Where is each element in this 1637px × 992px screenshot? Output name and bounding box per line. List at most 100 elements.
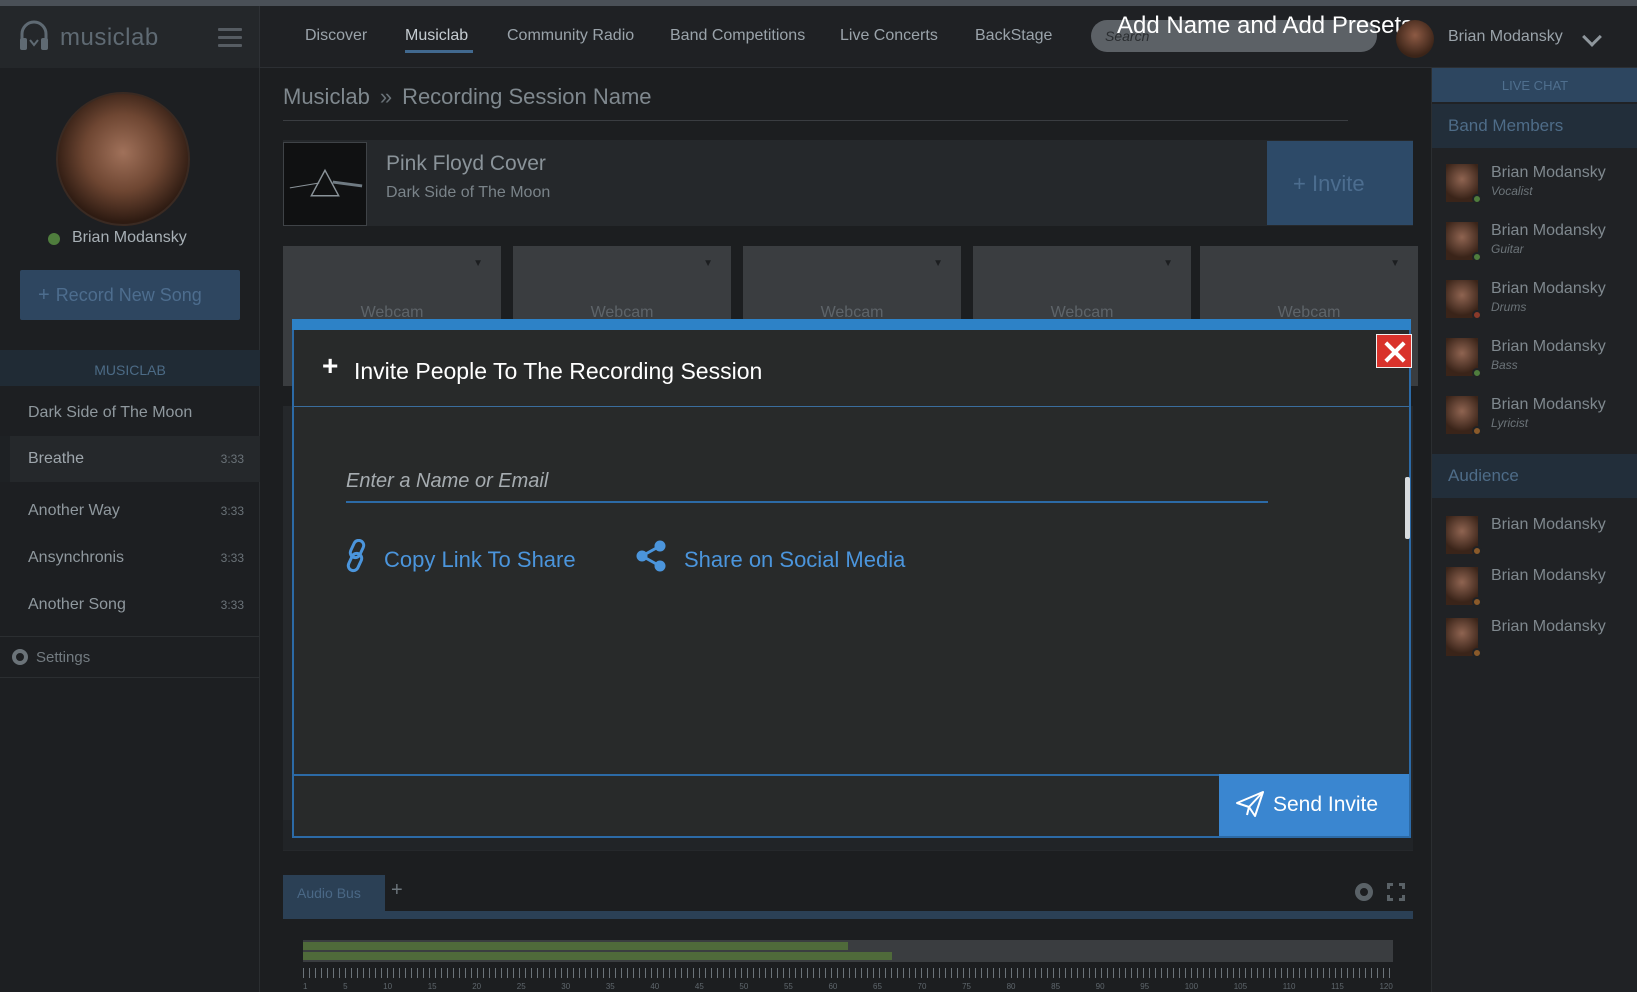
invite-button[interactable]: + Invite xyxy=(1267,141,1413,225)
song-card-title: Pink Floyd Cover xyxy=(386,152,546,175)
left-sidebar: Brian Modansky + Record New Song MUSICLAB… xyxy=(0,68,260,992)
nav-band-competitions[interactable]: Band Competitions xyxy=(670,27,805,45)
band-member-item[interactable]: Brian Modansky Guitar xyxy=(1446,218,1636,270)
nav-backstage[interactable]: BackStage xyxy=(975,27,1052,45)
ruler-number: 115 xyxy=(1331,982,1344,991)
member-name: Brian Modansky xyxy=(1491,567,1606,584)
status-dot xyxy=(1472,368,1482,378)
tab-audio-bus[interactable]: Audio Bus xyxy=(283,875,385,911)
band-member-item[interactable]: Brian Modansky Lyricist xyxy=(1446,392,1636,444)
overlay-caption: Add Name and Add Presets xyxy=(1117,12,1414,39)
top-user-name[interactable]: Brian Modansky xyxy=(1448,28,1563,46)
ruler-number: 75 xyxy=(962,982,971,991)
audience-member-item[interactable]: Brian Modansky xyxy=(1446,614,1636,666)
ruler-number: 70 xyxy=(917,982,927,991)
invite-modal: + Invite People To The Recording Session… xyxy=(292,319,1412,838)
song-item[interactable]: Breathe 3:33 xyxy=(0,436,260,482)
ruler-number: 25 xyxy=(516,982,526,991)
gear-icon[interactable] xyxy=(1355,883,1373,901)
band-member-item[interactable]: Brian Modansky Bass xyxy=(1446,334,1636,386)
status-dot xyxy=(1472,597,1482,607)
send-invite-label: Send Invite xyxy=(1273,793,1379,816)
meter-fill-left xyxy=(303,942,848,950)
member-role: Lyricist xyxy=(1491,416,1529,430)
audience-member-item[interactable]: Brian Modansky xyxy=(1446,563,1636,615)
member-name: Brian Modansky xyxy=(1491,164,1606,181)
divider xyxy=(283,120,1348,121)
live-chat-tab[interactable]: LIVE CHAT xyxy=(1432,68,1637,102)
ruler-number: 40 xyxy=(650,982,660,991)
status-dot xyxy=(1472,546,1482,556)
member-name: Brian Modansky xyxy=(1491,618,1606,635)
copy-link-label: Copy Link To Share xyxy=(384,547,576,572)
meter-fill-right xyxy=(303,952,892,960)
modal-scrollbar[interactable] xyxy=(1405,477,1410,539)
caret-down-icon[interactable]: ▼ xyxy=(1163,258,1173,269)
song-title: Ansynchronis xyxy=(28,549,125,566)
user-avatar[interactable] xyxy=(1396,20,1434,58)
song-item[interactable]: Another Way 3:33 xyxy=(0,488,260,534)
song-item[interactable]: Dark Side of The Moon xyxy=(0,390,260,436)
caret-down-icon[interactable]: ▼ xyxy=(703,258,713,269)
ruler-number: 110 xyxy=(1282,982,1296,991)
settings-label: Settings xyxy=(36,649,91,666)
member-role: Vocalist xyxy=(1491,184,1533,198)
ruler-numbers: 1 5 10 15 20 25 30 35 40 45 50 55 60 65 70 75 80 85 90 95 10… xyxy=(303,982,1393,991)
band-member-item[interactable]: Brian Modansky Drums xyxy=(1446,276,1636,328)
audience-member-item[interactable]: Brian Modansky xyxy=(1446,512,1636,564)
plus-icon: + xyxy=(322,350,339,381)
ruler-number: 20 xyxy=(472,982,482,991)
add-tab-icon[interactable]: + xyxy=(391,879,403,902)
modal-accent-bar xyxy=(292,319,1411,330)
expand-icon[interactable] xyxy=(1387,883,1405,901)
member-name: Brian Modansky xyxy=(1491,396,1606,413)
hamburger-menu-icon[interactable] xyxy=(218,28,242,48)
close-icon[interactable] xyxy=(1376,334,1412,368)
profile-avatar[interactable] xyxy=(56,92,190,226)
ruler-number: 5 xyxy=(343,982,348,991)
settings-link[interactable]: Settings xyxy=(0,636,260,678)
album-art-prism-icon xyxy=(283,142,367,226)
ruler-number: 120 xyxy=(1379,982,1393,991)
breadcrumb: Musiclab » Recording Session Name xyxy=(283,84,652,110)
breadcrumb-root[interactable]: Musiclab xyxy=(283,84,370,109)
band-member-item[interactable]: Brian Modansky Vocalist xyxy=(1446,160,1636,212)
nav-discover[interactable]: Discover xyxy=(305,27,367,45)
plus-icon: + xyxy=(1293,171,1312,196)
nav-musiclab[interactable]: Musiclab xyxy=(405,27,468,45)
member-name: Brian Modansky xyxy=(1491,222,1606,239)
name-or-email-input[interactable] xyxy=(346,461,1268,503)
status-dot xyxy=(1472,426,1482,436)
send-invite-button[interactable]: Send Invite xyxy=(1219,774,1409,836)
caret-down-icon[interactable]: ▼ xyxy=(933,258,943,269)
nav-active-underline xyxy=(405,50,473,53)
song-title: Another Song xyxy=(28,596,126,613)
online-status-dot xyxy=(48,233,60,245)
profile-name: Brian Modansky xyxy=(72,229,187,246)
song-item[interactable]: Another Song 3:33 xyxy=(0,582,260,628)
song-card: Pink Floyd Cover Dark Side of The Moon xyxy=(283,140,1413,226)
nav-community-radio[interactable]: Community Radio xyxy=(507,27,634,45)
ruler-number: 30 xyxy=(561,982,571,991)
headphones-logo-icon xyxy=(20,20,48,50)
record-button-label: Record New Song xyxy=(55,285,202,305)
ruler-number: 50 xyxy=(739,982,749,991)
ruler-ticks xyxy=(303,968,1393,978)
record-new-song-button[interactable]: + Record New Song xyxy=(20,270,240,320)
song-duration: 3:33 xyxy=(220,598,244,612)
link-icon xyxy=(346,539,366,573)
caret-down-icon[interactable]: ▼ xyxy=(473,258,483,269)
brand-name[interactable]: musiclab xyxy=(60,24,159,52)
ruler-number: 15 xyxy=(427,982,437,991)
gear-icon xyxy=(12,649,28,665)
member-role: Guitar xyxy=(1491,242,1524,256)
ruler-number: 105 xyxy=(1233,982,1248,991)
member-name: Brian Modansky xyxy=(1491,516,1606,533)
share-icon xyxy=(636,540,666,572)
caret-down-icon[interactable]: ▼ xyxy=(1390,258,1400,269)
paper-plane-icon xyxy=(1236,791,1264,817)
song-title: Dark Side of The Moon xyxy=(28,404,193,421)
song-item[interactable]: Ansynchronis 3:33 xyxy=(0,535,260,581)
ruler-number: 1 xyxy=(303,982,308,991)
nav-live-concerts[interactable]: Live Concerts xyxy=(840,27,938,45)
